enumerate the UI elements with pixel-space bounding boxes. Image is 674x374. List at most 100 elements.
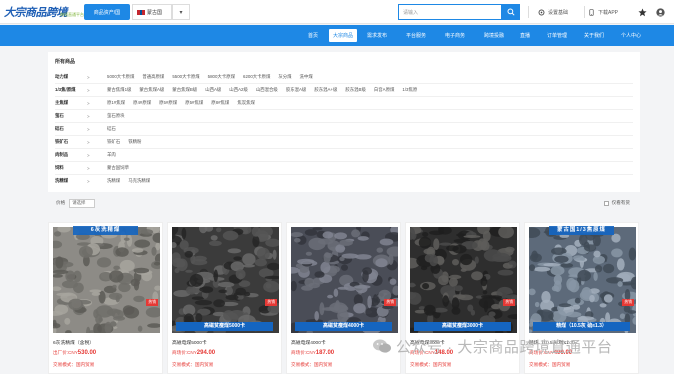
trade-mode: 交易模式：国内贸易 [172, 362, 214, 367]
filter-option[interactable]: 胶东混A+级 [314, 87, 337, 93]
download-app-link[interactable]: 下载APP [588, 4, 618, 20]
filter-option[interactable]: 原1#焦煤 [107, 100, 125, 106]
country-selector[interactable]: 蒙古国 [132, 4, 172, 20]
filter-category-label[interactable]: 洗精煤 [55, 178, 87, 184]
filter-category-label[interactable]: 主焦煤 [55, 100, 87, 106]
filter-option[interactable]: 胶东混A级 [286, 87, 307, 93]
filter-option[interactable]: 蒙古国饲草 [107, 165, 129, 171]
in-stock-label: 仅看有货 [611, 200, 630, 205]
product-image[interactable] [172, 227, 279, 333]
user-avatar-icon [656, 7, 665, 17]
product-card[interactable]: 6灰洗精煤 热销 6灰洗精煤（含税） 出厂价:CNY530.00 交易模式：国内贸易 [48, 222, 163, 374]
search-input[interactable]: 请输入 [398, 4, 502, 20]
checkbox-box[interactable] [603, 200, 609, 206]
filter-option[interactable]: 铁矿石 [107, 139, 120, 145]
nav-user-center[interactable]: 个人中心 [617, 29, 645, 42]
filter-category-label[interactable]: 萤石 [55, 113, 87, 119]
filter-option[interactable]: 1/3焦原 [402, 87, 417, 93]
price-sort-select[interactable]: 请选择 [69, 198, 96, 208]
product-name[interactable]: 高磁电煤4000卡 [291, 339, 326, 346]
chevron-right-icon: > [87, 139, 90, 145]
filter-option[interactable]: 6200大卡原煤 [243, 74, 270, 80]
hot-sale-badge: 热销 [384, 299, 396, 306]
price-prefix: 商场价:CNY [172, 350, 197, 355]
watermark: 公众号 · 大宗商品跨境直通平台 [372, 336, 672, 356]
filter-category-label[interactable]: 1/3焦/原煤 [55, 87, 87, 93]
filter-row: 主焦煤 > 原1#焦煤 原4#原煤 原5#原煤 原5#焦煤 原8#焦煤 焦炭焦煤 [55, 98, 263, 108]
filter-option[interactable]: 原5#焦煤 [185, 100, 203, 106]
product-name[interactable]: 高磁电煤5000卡 [172, 339, 207, 346]
filter-option[interactable]: 硅石 [107, 126, 116, 132]
nav-about-us[interactable]: 关于我们 [580, 29, 608, 42]
nav-bulk-goods[interactable]: 大宗商品 [329, 29, 357, 42]
phone-icon [589, 8, 594, 16]
filter-option[interactable]: 5000大卡原煤 [107, 74, 134, 80]
nav-ecommerce[interactable]: 电子商务 [441, 29, 469, 42]
filter-option[interactable]: 原5#原煤 [159, 100, 177, 106]
product-asset-tab[interactable]: 商品资产/国 [84, 4, 130, 20]
filter-option[interactable]: 普通高原煤 [142, 74, 164, 80]
filter-option[interactable]: 蒙古焦煤A级 [139, 87, 164, 93]
price-sort-label: 价格 [56, 200, 66, 205]
nav-cross-border-finance[interactable]: 跨境投融 [480, 29, 508, 42]
hot-sale-badge: 热销 [146, 299, 158, 306]
watermark-text: 公众号 · 大宗商品跨境直通平台 [396, 338, 613, 356]
product-card[interactable]: 热销 高磁贫瘦煤5000卡 高磁电煤5000卡 商场价:CNY294.00 交易模式：国… [167, 222, 282, 374]
filter-option[interactable]: 蒙古焦煤1级 [107, 87, 131, 93]
in-stock-checkbox[interactable]: 仅看有货 [603, 200, 630, 206]
filter-option[interactable]: 原8#焦煤 [211, 100, 229, 106]
filter-category-label[interactable]: 肉制品 [55, 152, 87, 158]
user-button[interactable] [656, 4, 668, 20]
nav-order-management[interactable]: 订单管理 [543, 29, 571, 42]
price-value: 187.00 [315, 350, 335, 356]
main-nav: 首页 大宗商品 需求发布 平台服务 电子商务 跨境投融 直播 订单管理 关于我们… [0, 25, 674, 46]
product-image[interactable] [529, 227, 636, 333]
filter-category-label[interactable]: 硅石 [55, 126, 87, 132]
image-caption-banner: 高磁贫瘦煤5000卡 [176, 322, 273, 331]
product-image[interactable] [53, 227, 160, 333]
logo-text: 大宗商品跨境 [4, 6, 68, 19]
filter-category-label[interactable]: 动力煤 [55, 74, 87, 80]
filter-option[interactable]: 蒙古焦煤B级 [172, 87, 197, 93]
filter-option[interactable]: 羊肉 [107, 152, 116, 158]
filter-option[interactable]: 焦炭焦煤 [237, 100, 255, 106]
product-image[interactable] [410, 227, 517, 333]
filter-option[interactable]: 白音A原煤 [374, 87, 395, 93]
product-name[interactable]: 6灰洗精煤（含税） [53, 339, 94, 346]
image-caption-banner: 精煤（10.5灰 硫≤1.3） [533, 322, 630, 331]
filter-option[interactable]: 铁精粉 [128, 139, 141, 145]
filter-option[interactable]: 原4#原煤 [133, 100, 151, 106]
filter-option[interactable]: 山西混合级 [256, 87, 278, 93]
product-image[interactable] [291, 227, 398, 333]
filter-option[interactable]: 洗精煤 [107, 178, 120, 184]
download-label: 下载APP [598, 9, 619, 16]
search-button[interactable] [502, 4, 520, 20]
trade-mode: 交易模式：国内贸易 [291, 362, 333, 367]
filter-option[interactable]: 山西A级 [205, 87, 221, 93]
country-dropdown-button[interactable]: ▾ [172, 4, 190, 20]
nav-home[interactable]: 首页 [302, 29, 324, 42]
filter-option[interactable]: 5800大卡原煤 [208, 74, 235, 80]
filter-option[interactable]: 萤石原块 [107, 113, 125, 119]
filter-option[interactable]: 山西A2级 [229, 87, 248, 93]
filter-option[interactable]: 灰分煤 [278, 74, 291, 80]
filter-option[interactable]: 胶东混B级 [345, 87, 366, 93]
product-price: 商场价:CNY187.00 [291, 350, 334, 356]
filter-row: 硅石 > 硅石 [55, 124, 124, 134]
settings-link[interactable]: 设置基础 [538, 4, 568, 20]
chevron-right-icon: > [87, 126, 90, 132]
site-logo[interactable]: 大宗商品跨境 跨境直通平台 [4, 2, 84, 22]
filter-option[interactable]: 5500大卡原煤 [172, 74, 199, 80]
filter-option[interactable]: 马克洗精煤 [128, 178, 150, 184]
nav-demand[interactable]: 需求发布 [363, 29, 391, 42]
price-prefix: 出厂价:CNY [53, 350, 78, 355]
favorites-button[interactable] [638, 4, 650, 20]
divider [528, 6, 529, 18]
price-prefix: 商场价:CNY [291, 350, 316, 355]
filter-category-label[interactable]: 铁矿石 [55, 139, 87, 145]
filter-option[interactable]: 洗中煤 [300, 74, 313, 80]
filter-category-label[interactable]: 饲料 [55, 165, 87, 171]
nav-live[interactable]: 直播 [514, 29, 536, 42]
row-divider [55, 109, 633, 110]
nav-platform-service[interactable]: 平台服务 [402, 29, 430, 42]
